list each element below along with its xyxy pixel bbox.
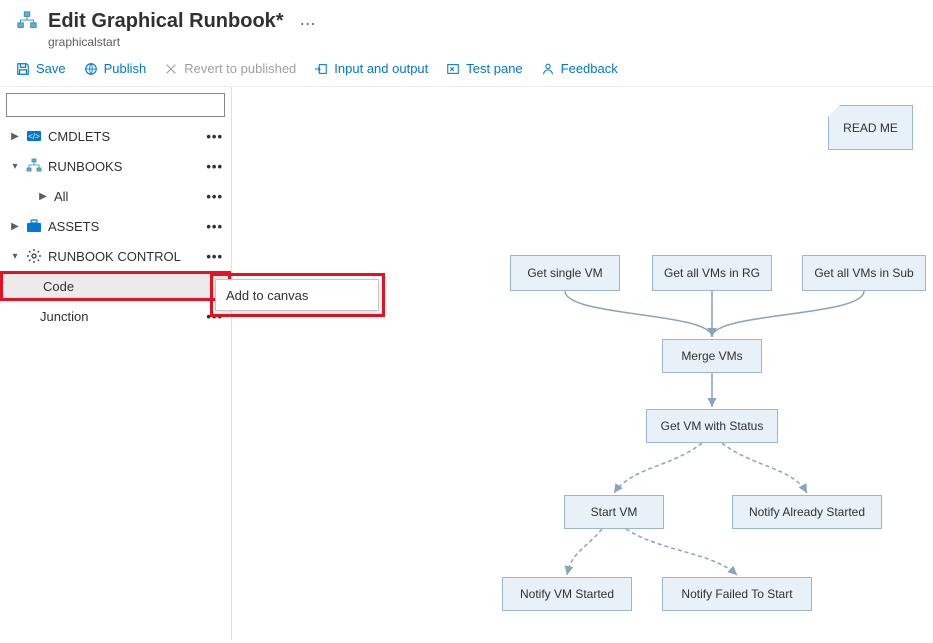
test-pane-icon (446, 62, 460, 76)
chevron-right-icon: ▶ (10, 131, 20, 142)
node-label: Get single VM (527, 266, 602, 280)
more-icon[interactable]: ••• (206, 249, 223, 264)
chevron-down-icon: ▾ (10, 251, 20, 262)
sidebar: ▶ </> CMDLETS ••• ▾ RUNBOOKS ••• ▶ All (0, 87, 232, 640)
feedback-label: Feedback (561, 61, 618, 76)
node-label: Get all VMs in RG (664, 266, 760, 280)
test-pane-label: Test pane (466, 61, 522, 76)
tree-item-assets[interactable]: ▶ ASSETS ••• (0, 211, 231, 241)
cmdlets-label: CMDLETS (48, 129, 110, 144)
node-label: Notify VM Started (520, 587, 614, 601)
tree-item-all[interactable]: ▶ All ••• (0, 181, 231, 211)
revert-label: Revert to published (184, 61, 296, 76)
node-label: Get all VMs in Sub (814, 266, 913, 280)
junction-label: Junction (40, 309, 88, 324)
svg-text:</>: </> (28, 132, 40, 141)
chevron-right-icon: ▶ (10, 221, 20, 232)
publish-label: Publish (104, 61, 147, 76)
assets-label: ASSETS (48, 219, 99, 234)
more-icon[interactable]: ••• (206, 189, 223, 204)
node-label: Start VM (591, 505, 638, 519)
node-label: Notify Failed To Start (681, 587, 792, 601)
more-icon[interactable]: ••• (206, 219, 223, 234)
search-container (6, 93, 225, 117)
node-merge-vms[interactable]: Merge VMs (662, 339, 762, 373)
chevron-right-icon: ▶ (38, 191, 48, 202)
input-output-icon (314, 62, 328, 76)
search-input[interactable] (6, 93, 225, 117)
node-readme[interactable]: READ ME (828, 105, 913, 150)
page-header: Edit Graphical Runbook* graphicalstart ⋯ (0, 0, 933, 55)
revert-icon (164, 62, 178, 76)
all-label: All (54, 189, 68, 204)
revert-button: Revert to published (164, 61, 296, 76)
gear-icon (26, 248, 42, 264)
save-icon (16, 62, 30, 76)
cmdlets-icon: </> (26, 128, 42, 144)
more-icon[interactable]: ••• (206, 159, 223, 174)
page-subtitle: graphicalstart (48, 35, 284, 49)
tree-item-cmdlets[interactable]: ▶ </> CMDLETS ••• (0, 121, 231, 151)
node-get-all-sub[interactable]: Get all VMs in Sub (802, 255, 926, 291)
test-pane-button[interactable]: Test pane (446, 61, 522, 76)
more-icon[interactable]: ••• (206, 129, 223, 144)
runbooks-icon (26, 158, 42, 174)
library-tree: ▶ </> CMDLETS ••• ▾ RUNBOOKS ••• ▶ All (0, 121, 231, 640)
node-notify-failed[interactable]: Notify Failed To Start (662, 577, 812, 611)
input-output-label: Input and output (334, 61, 428, 76)
publish-button[interactable]: Publish (84, 61, 147, 76)
tree-item-runbooks[interactable]: ▾ RUNBOOKS ••• (0, 151, 231, 181)
node-get-single-vm[interactable]: Get single VM (510, 255, 620, 291)
chevron-down-icon: ▾ (10, 161, 20, 172)
tree-item-runbook-control[interactable]: ▾ RUNBOOK CONTROL ••• (0, 241, 231, 271)
save-label: Save (36, 61, 66, 76)
context-menu: Add to canvas (215, 279, 379, 311)
runbook-control-label: RUNBOOK CONTROL (48, 249, 181, 264)
node-label: Notify Already Started (749, 505, 865, 519)
node-get-vm-status[interactable]: Get VM with Status (646, 409, 778, 443)
flow-connectors (232, 87, 933, 640)
node-get-all-rg[interactable]: Get all VMs in RG (652, 255, 772, 291)
page-title: Edit Graphical Runbook* (48, 10, 284, 33)
node-readme-label: READ ME (843, 121, 898, 135)
runbook-icon (16, 10, 38, 35)
node-notify-already[interactable]: Notify Already Started (732, 495, 882, 529)
tree-item-junction[interactable]: Junction ••• (0, 301, 231, 331)
publish-icon (84, 62, 98, 76)
tree-item-code[interactable]: Code ••• (0, 271, 231, 301)
context-menu-item-add-to-canvas[interactable]: Add to canvas (226, 288, 308, 303)
feedback-button[interactable]: Feedback (541, 61, 618, 76)
toolbar: Save Publish Revert to published Input a… (0, 55, 933, 87)
save-button[interactable]: Save (16, 61, 66, 76)
runbooks-label: RUNBOOKS (48, 159, 122, 174)
input-output-button[interactable]: Input and output (314, 61, 428, 76)
feedback-icon (541, 62, 555, 76)
header-more-icon[interactable]: ⋯ (300, 14, 316, 34)
node-start-vm[interactable]: Start VM (564, 495, 664, 529)
canvas[interactable]: READ ME Get single VM Get all VMs in RG … (232, 87, 933, 640)
node-label: Merge VMs (681, 349, 742, 363)
code-label: Code (43, 279, 74, 294)
node-notify-started[interactable]: Notify VM Started (502, 577, 632, 611)
node-label: Get VM with Status (661, 419, 764, 433)
assets-icon (26, 218, 42, 234)
